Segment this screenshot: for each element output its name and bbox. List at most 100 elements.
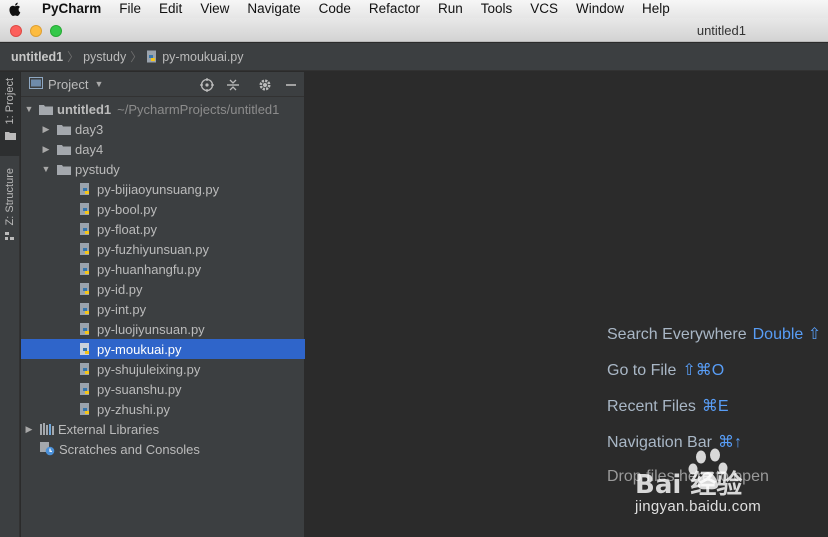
tree-file-item[interactable]: py-suanshu.py (21, 379, 305, 399)
external-libraries-label: External Libraries (58, 421, 160, 437)
tree-file-item[interactable]: py-zhushi.py (21, 399, 305, 419)
file-label: py-shujuleixing.py (97, 361, 201, 377)
file-label: py-bool.py (97, 201, 157, 217)
collapse-all-icon[interactable] (225, 77, 241, 93)
tool-tab-structure-label: Z: Structure (4, 168, 16, 226)
file-label: py-fuzhiyunsuan.py (97, 241, 210, 257)
menu-tools[interactable]: Tools (472, 0, 522, 18)
gear-icon[interactable] (257, 77, 273, 93)
tree-scratches-consoles[interactable]: Scratches and Consoles (21, 439, 305, 459)
python-file-icon (79, 182, 93, 197)
watermark-brand: Bai 经验 (635, 470, 743, 500)
close-window-button[interactable] (10, 25, 22, 37)
hint-shortcut: Double ⇧ (752, 326, 822, 343)
python-file-icon (79, 202, 93, 217)
tree-file-item[interactable]: py-shujuleixing.py (21, 359, 305, 379)
tree-folder-day3[interactable]: ▶ day3 (21, 119, 305, 139)
macos-menu-bar: PyCharm File Edit View Navigate Code Ref… (0, 0, 828, 18)
menu-help[interactable]: Help (633, 0, 679, 18)
window-title: untitled1 (696, 23, 746, 38)
tree-folder-pystudy[interactable]: ▼ pystudy (21, 159, 305, 179)
menu-vcs[interactable]: VCS (521, 0, 567, 18)
tree-folder-day4[interactable]: ▶ day4 (21, 139, 305, 159)
tool-tab-project-label: 1: Project (4, 78, 16, 125)
chevron-right-icon: 〉 (67, 50, 80, 64)
menu-app-name[interactable]: PyCharm (30, 0, 110, 18)
tree-file-item[interactable]: py-bool.py (21, 199, 305, 219)
folder-icon (4, 127, 16, 145)
tree-file-item[interactable]: py-fuzhiyunsuan.py (21, 239, 305, 259)
watermark-url: jingyan.baidu.com (635, 498, 762, 515)
minimize-window-button[interactable] (30, 25, 42, 37)
collapsed-arrow-icon[interactable]: ▶ (41, 124, 51, 135)
tree-external-libraries[interactable]: ▶ External Libraries (21, 419, 305, 439)
folder-icon (57, 144, 71, 155)
python-file-icon (79, 242, 93, 257)
menu-code[interactable]: Code (310, 0, 360, 18)
menu-window[interactable]: Window (567, 0, 633, 18)
baidu-watermark: Bai 经验 jingyan.baidu.com (605, 440, 805, 530)
tree-root-untitled1[interactable]: ▼ untitled1 ~/PycharmProjects/untitled1 (21, 99, 305, 119)
tree-file-item[interactable]: py-luojiyunsuan.py (21, 319, 305, 339)
python-file-icon (79, 262, 93, 277)
library-icon (40, 423, 54, 435)
python-file-icon (79, 362, 93, 377)
tool-tab-structure[interactable]: Z: Structure (0, 164, 20, 246)
file-label: py-luojiyunsuan.py (97, 321, 205, 337)
python-file-icon (79, 302, 93, 317)
tree-file-item[interactable]: py-huanhangfu.py (21, 259, 305, 279)
scratches-label: Scratches and Consoles (59, 441, 200, 457)
zoom-window-button[interactable] (50, 25, 62, 37)
python-file-icon (79, 402, 93, 417)
tree-file-item[interactable]: py-bijiaoyunsuang.py (21, 179, 305, 199)
tool-window-strip: 1: Project Z: Structure (0, 72, 20, 537)
locate-target-icon[interactable] (199, 77, 215, 93)
breadcrumb-folder[interactable]: pystudy (83, 50, 126, 64)
python-file-icon (79, 282, 93, 297)
project-panel-header: Project ▼ (21, 72, 304, 97)
chevron-right-icon: 〉 (130, 50, 143, 64)
tool-tab-project[interactable]: 1: Project (0, 72, 20, 156)
hint-search-everywhere: Search Everywhere Double ⇧ (607, 324, 821, 344)
menu-navigate[interactable]: Navigate (238, 0, 309, 18)
hint-label: Search Everywhere (607, 326, 747, 343)
apple-logo-icon[interactable] (0, 2, 30, 16)
structure-icon (5, 228, 15, 246)
scratches-icon (40, 442, 55, 456)
tree-file-item[interactable]: py-int.py (21, 299, 305, 319)
file-label: py-moukuai.py (97, 341, 182, 357)
hide-panel-icon[interactable] (283, 77, 299, 93)
tree-folder-label: pystudy (75, 161, 120, 177)
menu-edit[interactable]: Edit (150, 0, 191, 18)
expanded-arrow-icon[interactable]: ▼ (24, 104, 34, 114)
breadcrumb-project[interactable]: untitled1 (11, 50, 63, 64)
file-label: py-suanshu.py (97, 381, 182, 397)
breadcrumb-file[interactable]: py-moukuai.py (162, 50, 243, 64)
file-label: py-float.py (97, 221, 157, 237)
tree-folder-label: day3 (75, 121, 104, 137)
collapsed-arrow-icon[interactable]: ▶ (24, 424, 34, 435)
navigation-bar: untitled1 〉 pystudy 〉 py-moukuai.py (0, 43, 828, 71)
menu-refactor[interactable]: Refactor (360, 0, 429, 18)
project-view-selector[interactable]: Project (48, 77, 88, 92)
expanded-arrow-icon[interactable]: ▼ (41, 164, 51, 174)
tree-root-path: ~/PycharmProjects/untitled1 (117, 101, 280, 117)
folder-icon (57, 124, 71, 135)
chevron-down-icon[interactable]: ▼ (94, 79, 103, 89)
hint-go-to-file: Go to File ⇧⌘O (607, 360, 724, 380)
tree-file-item[interactable]: py-float.py (21, 219, 305, 239)
menu-run[interactable]: Run (429, 0, 472, 18)
folder-icon (57, 164, 71, 175)
python-file-icon (79, 382, 93, 397)
menu-view[interactable]: View (191, 0, 238, 18)
file-label: py-id.py (97, 281, 143, 297)
hint-shortcut: ⇧⌘O (682, 362, 725, 379)
hint-label: Recent Files (607, 398, 696, 415)
file-label: py-bijiaoyunsuang.py (97, 181, 220, 197)
menu-file[interactable]: File (110, 0, 150, 18)
tree-file-item[interactable]: py-id.py (21, 279, 305, 299)
hint-label: Go to File (607, 362, 677, 379)
tree-folder-label: day4 (75, 141, 104, 157)
collapsed-arrow-icon[interactable]: ▶ (41, 144, 51, 155)
tree-file-item-selected[interactable]: py-moukuai.py (21, 339, 305, 359)
